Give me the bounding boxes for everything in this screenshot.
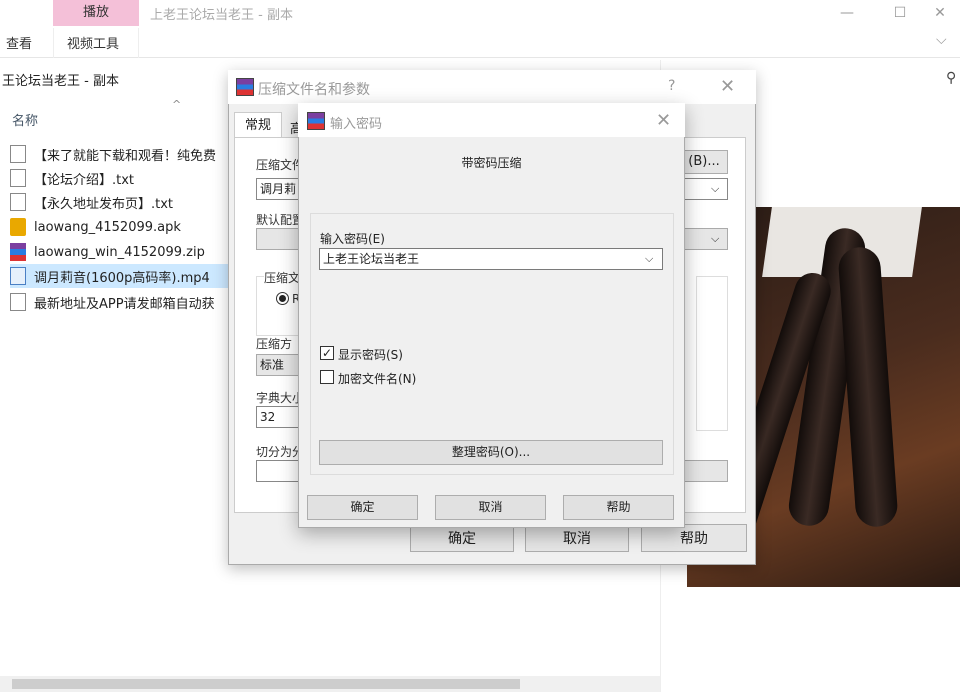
format-group-label: 压缩文 <box>264 269 301 286</box>
archive-options-group <box>696 276 728 431</box>
file-name: laowang_4152099.apk <box>34 219 181 235</box>
text-file-icon <box>10 293 26 311</box>
ribbon-tab-bar <box>0 28 960 58</box>
winrar-icon <box>307 112 325 130</box>
text-file-icon <box>10 193 26 211</box>
archive-name-value: 调月莉 <box>260 182 297 196</box>
encrypt-filenames-checkbox[interactable] <box>320 370 334 384</box>
archive-name-label: 压缩文件 <box>256 158 305 172</box>
address-bar[interactable]: 王论坛当老王 - 副本 <box>2 70 119 89</box>
set-password-button-edge[interactable] <box>684 460 728 482</box>
dictionary-select[interactable]: 32 <box>256 406 300 428</box>
help-question-icon[interactable]: ? <box>668 78 675 94</box>
sort-ascending-icon: ^ <box>172 98 182 111</box>
password-cancel-button[interactable]: 取消 <box>435 495 546 520</box>
dictionary-value: 32 <box>260 410 276 424</box>
dictionary-label: 字典大小 <box>256 391 305 405</box>
close-icon[interactable]: ✕ <box>720 76 735 97</box>
ribbon-context-group: 播放 <box>53 0 139 26</box>
archive-dialog-title: 压缩文件名和参数 <box>258 82 370 98</box>
tab-general[interactable]: 常规 <box>234 112 282 138</box>
browse-button[interactable]: (B)... <box>680 150 728 174</box>
password-label: 输入密码(E) <box>320 232 385 246</box>
tab-video-tools[interactable]: 视频工具 <box>67 33 119 52</box>
file-name: 【来了就能下载和观看！纯免费 <box>34 148 217 164</box>
archive-cancel-button[interactable]: 取消 <box>525 524 629 552</box>
show-password-checkbox[interactable]: ✓ <box>320 346 334 360</box>
method-label: 压缩方 <box>256 337 293 351</box>
encrypt-filenames-label[interactable]: 加密文件名(N) <box>338 370 416 387</box>
ribbon-group-label: 播放 <box>82 5 109 20</box>
apk-file-icon <box>10 218 26 236</box>
file-name: laowang_win_4152099.zip <box>34 244 205 260</box>
chevron-down-icon: ⌵ <box>711 232 720 245</box>
explorer-title-bar <box>0 0 960 28</box>
organize-passwords-button[interactable]: 整理密码(O)... <box>319 440 663 465</box>
file-name: 最新地址及APP请发邮箱自动获 <box>34 296 215 312</box>
show-password-label[interactable]: 显示密码(S) <box>338 346 403 363</box>
split-volume-combo[interactable] <box>256 460 300 482</box>
password-input[interactable]: 上老王论坛当老王 <box>319 248 663 270</box>
list-item[interactable]: 【来了就能下载和观看！纯免费 <box>10 142 250 166</box>
file-name: 【论坛介绍】.txt <box>34 172 135 188</box>
method-select[interactable]: 标准 <box>256 354 300 376</box>
maximize-icon[interactable]: ☐ <box>877 2 923 24</box>
close-icon[interactable]: ✕ <box>656 110 671 131</box>
chevron-down-icon[interactable]: ⌵ <box>645 252 653 266</box>
list-item[interactable]: laowang_win_4152099.zip <box>10 240 250 264</box>
scrollbar-thumb[interactable] <box>12 679 520 689</box>
file-name: 调月莉音(1600p高码率).mp4 <box>34 270 210 286</box>
list-item[interactable]: 【论坛介绍】.txt <box>10 166 250 190</box>
column-header-name[interactable]: 名称 <box>12 110 38 129</box>
video-file-icon <box>10 267 26 285</box>
text-file-icon <box>10 169 26 187</box>
default-profile-label: 默认配置 <box>256 213 305 227</box>
password-dialog-title: 输入密码 <box>330 117 383 132</box>
list-item[interactable]: 【永久地址发布页】.txt <box>10 190 250 214</box>
zip-archive-icon <box>10 243 26 261</box>
search-icon[interactable]: ⚲ <box>946 70 956 86</box>
chevron-down-icon: ⌵ <box>711 182 720 195</box>
method-value: 标准 <box>260 358 285 372</box>
tab-view[interactable]: 查看 <box>6 33 32 52</box>
file-name: 【永久地址发布页】.txt <box>34 196 174 212</box>
explorer-window-title: 上老王论坛当老王 - 副本 <box>150 8 293 23</box>
text-file-icon <box>10 145 26 163</box>
list-item[interactable]: laowang_4152099.apk <box>10 215 250 239</box>
close-icon[interactable]: ✕ <box>920 2 960 24</box>
winrar-icon <box>236 78 254 96</box>
archive-help-button[interactable]: 帮助 <box>641 524 747 552</box>
list-item[interactable]: 最新地址及APP请发邮箱自动获 <box>10 290 250 314</box>
split-label: 切分为分 <box>256 445 305 459</box>
password-ok-button[interactable]: 确定 <box>307 495 418 520</box>
archive-ok-button[interactable]: 确定 <box>410 524 514 552</box>
ribbon-expand-chevron-icon[interactable]: ⌵ <box>936 32 947 48</box>
rar-format-radio[interactable] <box>276 292 289 305</box>
minimize-icon[interactable]: — <box>824 2 870 24</box>
list-item-selected[interactable]: 调月莉音(1600p高码率).mp4 <box>10 264 250 288</box>
password-dialog-heading: 带密码压缩 <box>461 156 522 170</box>
password-help-button[interactable]: 帮助 <box>563 495 674 520</box>
